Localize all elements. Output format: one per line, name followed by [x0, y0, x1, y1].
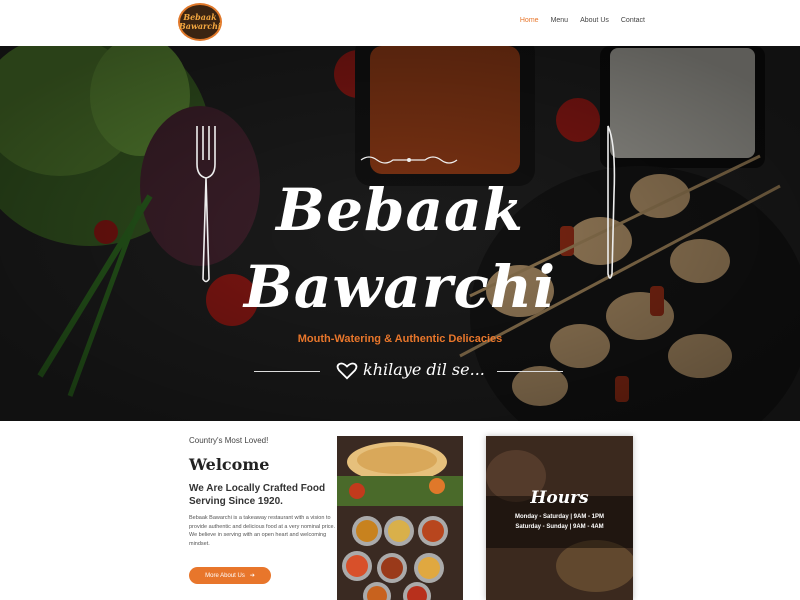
nav-contact[interactable]: Contact [621, 17, 645, 24]
logo-text-line2: Bawarchi [179, 21, 221, 31]
logo-badge: Bebaak Bawarchi [178, 3, 222, 41]
welcome-subtitle: We Are Locally Crafted Food Serving Sinc… [189, 483, 326, 507]
hero-subtitle: Mouth-Watering & Authentic Delicacies [297, 333, 503, 345]
welcome-title: Welcome [189, 455, 270, 474]
hero-tagline: khilaye dil se... [363, 360, 485, 379]
arrow-right-icon: ➔ [249, 573, 255, 579]
nav-home[interactable]: Home [520, 17, 539, 24]
more-about-us-label: More About Us [205, 572, 245, 579]
tagline-divider-left [254, 371, 320, 372]
nav-about-us[interactable]: About Us [580, 17, 609, 24]
hours-line-1: Monday - Saturday | 9AM - 1PM [514, 514, 605, 520]
hero-banner: Bebaak Bawarchi Mouth-Watering & Authent… [0, 46, 800, 421]
more-about-us-button[interactable]: More About Us ➔ [189, 567, 271, 584]
hero-content: Bebaak Bawarchi Mouth-Watering & Authent… [0, 46, 800, 421]
hero-title-line1: Bebaak [276, 176, 524, 244]
tagline-divider-right [497, 371, 563, 372]
hero-title-line2: Bawarchi [243, 253, 557, 321]
welcome-body: Bebaak Bawarchi is a takeaway restaurant… [189, 515, 336, 547]
heart-icon [336, 362, 358, 380]
food-platter-image [337, 436, 463, 600]
hours-line-2: Saturday - Sunday | 9AM - 4AM [515, 524, 604, 530]
ornament-divider-icon [360, 156, 458, 164]
food-platter-graphic [337, 436, 463, 600]
welcome-kicker: Country's Most Loved! [189, 436, 269, 445]
main-nav: Home Menu About Us Contact [520, 17, 645, 24]
hours-card: Hours Monday - Saturday | 9AM - 1PM Satu… [486, 436, 633, 600]
brand-logo[interactable]: Bebaak Bawarchi [178, 3, 222, 41]
site-header: Bebaak Bawarchi Home Menu About Us Conta… [0, 0, 800, 46]
nav-menu[interactable]: Menu [551, 17, 569, 24]
hours-title: Hours [530, 488, 589, 508]
